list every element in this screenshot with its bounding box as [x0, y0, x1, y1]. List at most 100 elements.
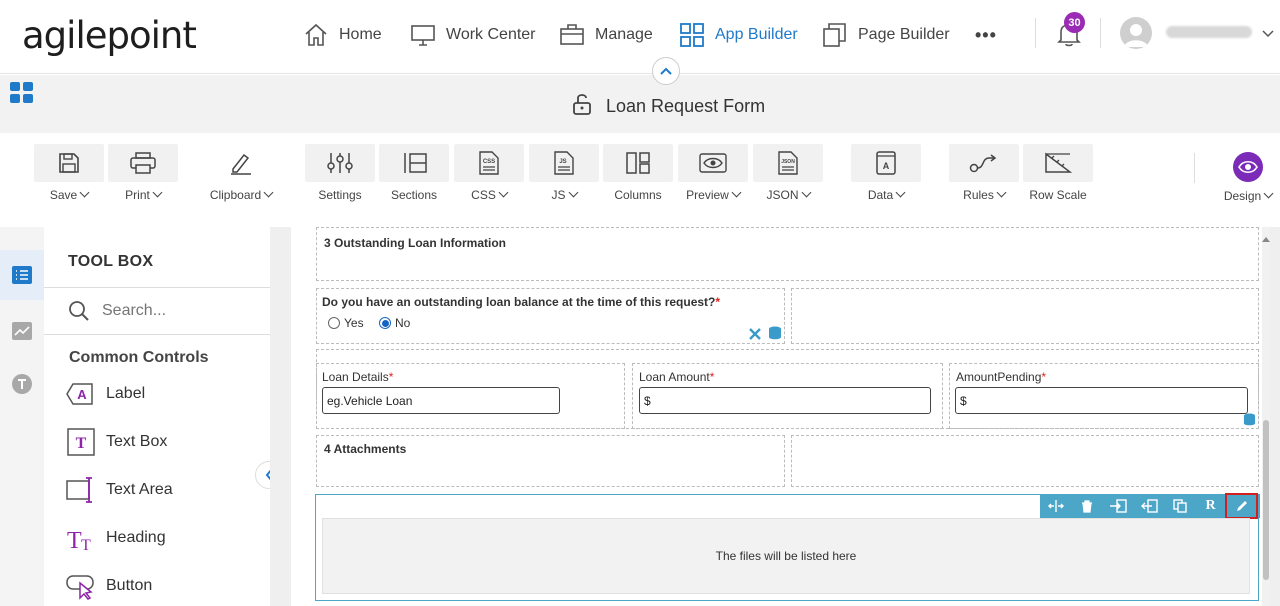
ruler-icon — [1045, 152, 1072, 173]
empty-cell[interactable] — [791, 435, 1259, 487]
toolbar-settings-label: Settings — [318, 188, 362, 202]
toolbar-rules-label: Rules — [963, 188, 994, 202]
json-file-icon: JSON — [778, 151, 798, 175]
toolbox-item-heading[interactable]: TT Heading — [66, 523, 166, 553]
toolbar-columns-button[interactable]: Columns — [603, 144, 673, 208]
rail-analytics-button[interactable] — [0, 306, 44, 356]
toolbar-design-button[interactable]: Design — [1222, 152, 1274, 203]
radio-no-label: No — [395, 316, 411, 330]
text-area-control-icon — [66, 477, 92, 503]
apps-grid-icon[interactable] — [10, 82, 34, 109]
section-3-heading: 3 Outstanding Loan Information — [324, 236, 506, 250]
js-file-icon: JS — [554, 151, 574, 175]
copy-button[interactable] — [1164, 494, 1195, 518]
toolbox-item-label[interactable]: A Label — [66, 379, 145, 409]
toolbox-item-button-text: Button — [106, 577, 153, 594]
file-list-area: The files will be listed here — [322, 518, 1250, 594]
agilepoint-logo[interactable]: agilepoint — [22, 14, 197, 57]
eye-icon — [1238, 160, 1258, 174]
tools-icon[interactable] — [748, 327, 762, 346]
list-icon — [12, 266, 32, 284]
toolbar-preview-button[interactable]: Preview — [678, 144, 748, 208]
loan-amount-field[interactable] — [639, 387, 931, 414]
toolbox-item-text-area[interactable]: Text Area — [66, 475, 173, 505]
nav-home[interactable]: Home — [303, 20, 382, 50]
toolbar-design-label: Design — [1223, 189, 1262, 203]
heading-control-icon: TT — [67, 528, 91, 552]
pencil-icon — [1236, 501, 1247, 511]
chart-icon — [12, 322, 32, 340]
database-icon[interactable] — [768, 326, 782, 345]
eye-icon — [699, 153, 727, 173]
trash-icon — [1081, 499, 1092, 513]
rail-form-controls-button[interactable] — [0, 250, 44, 300]
resize-button[interactable] — [1040, 494, 1071, 518]
sliders-icon — [327, 153, 353, 173]
radio-yes[interactable]: Yes — [328, 316, 364, 330]
toolbar-js-button[interactable]: JS JS — [529, 144, 599, 208]
section-4-heading: 4 Attachments — [324, 442, 407, 456]
empty-cell[interactable] — [791, 288, 1259, 344]
toolbar-settings-button[interactable]: Settings — [305, 144, 375, 208]
css-file-icon: CSS — [479, 151, 499, 175]
unlock-icon[interactable] — [572, 92, 594, 121]
svg-text:A: A — [883, 161, 890, 171]
amount-pending-field[interactable] — [955, 387, 1248, 414]
toolbox-item-text-box[interactable]: T Text Box — [66, 427, 167, 457]
arrow-out-box-icon — [1140, 499, 1158, 513]
more-menu-button[interactable]: ••• — [975, 20, 997, 50]
nav-app-builder[interactable]: App Builder — [679, 20, 798, 50]
delete-button[interactable] — [1071, 494, 1102, 518]
toolbar-data-label: Data — [867, 188, 894, 202]
loan-amount-label: Loan Amount* — [639, 370, 715, 384]
toolbox-search — [44, 287, 270, 335]
nav-divider — [1035, 18, 1036, 48]
toolbar-sections-label: Sections — [390, 188, 438, 202]
nav-page-builder[interactable]: Page Builder — [822, 20, 950, 50]
canvas-scrollbar-thumb[interactable] — [1263, 420, 1269, 580]
toolbar-sections-button[interactable]: Sections — [379, 144, 449, 208]
monitor-icon — [411, 25, 435, 46]
svg-text:T: T — [67, 528, 82, 552]
toolbox-item-button[interactable]: Button — [66, 571, 152, 601]
user-menu-chevron-icon[interactable] — [1262, 26, 1274, 44]
username-blurred[interactable] — [1166, 26, 1252, 38]
nav-work-center[interactable]: Work Center — [410, 20, 536, 50]
toolbar-divider — [1194, 153, 1195, 183]
toolbar-json-button[interactable]: JSON JSON — [753, 144, 823, 208]
nav-manage[interactable]: Manage — [559, 20, 653, 50]
print-icon — [130, 152, 156, 174]
svg-text:JSON: JSON — [781, 159, 795, 165]
move-left-button[interactable] — [1133, 494, 1164, 518]
search-input[interactable] — [102, 302, 252, 320]
columns-icon — [626, 152, 650, 174]
search-icon — [69, 301, 89, 321]
toolbar-rules-button[interactable]: Rules — [949, 144, 1019, 208]
move-right-button[interactable] — [1102, 494, 1133, 518]
toolbar-clipboard-button[interactable]: Clipboard — [206, 144, 276, 208]
nav-divider — [1100, 18, 1101, 48]
toolbar-data-button[interactable]: A Data — [851, 144, 921, 208]
toolbar-css-button[interactable]: CSS CSS — [454, 144, 524, 208]
rail-templates-button[interactable] — [0, 359, 44, 409]
t-circle-icon — [12, 374, 32, 394]
database-icon[interactable] — [1243, 413, 1256, 431]
loan-details-field[interactable] — [322, 387, 560, 414]
toolbar-row-scale-button[interactable]: Row Scale — [1023, 144, 1093, 208]
collapse-header-button[interactable] — [652, 57, 680, 85]
radio-yes-label: Yes — [344, 316, 364, 330]
scroll-up-arrow-icon[interactable] — [1262, 229, 1270, 247]
toolbar-preview-label: Preview — [686, 188, 729, 202]
radio-no[interactable]: No — [379, 316, 410, 330]
avatar[interactable] — [1120, 17, 1152, 49]
rules-r-button[interactable]: R — [1195, 494, 1226, 518]
top-navigation: agilepoint Home Work Center Manage App B… — [0, 0, 1280, 74]
svg-text:A: A — [77, 387, 87, 402]
toolbar-columns-label: Columns — [614, 188, 662, 202]
toolbar-save-label: Save — [49, 188, 78, 202]
amount-pending-label: AmountPending* — [956, 370, 1047, 384]
toolbar-save-button[interactable]: Save — [34, 144, 104, 208]
toolbar-print-button[interactable]: Print — [108, 144, 178, 208]
toolbox-item-text-box-text: Text Box — [106, 433, 168, 450]
edit-button[interactable] — [1225, 493, 1258, 519]
